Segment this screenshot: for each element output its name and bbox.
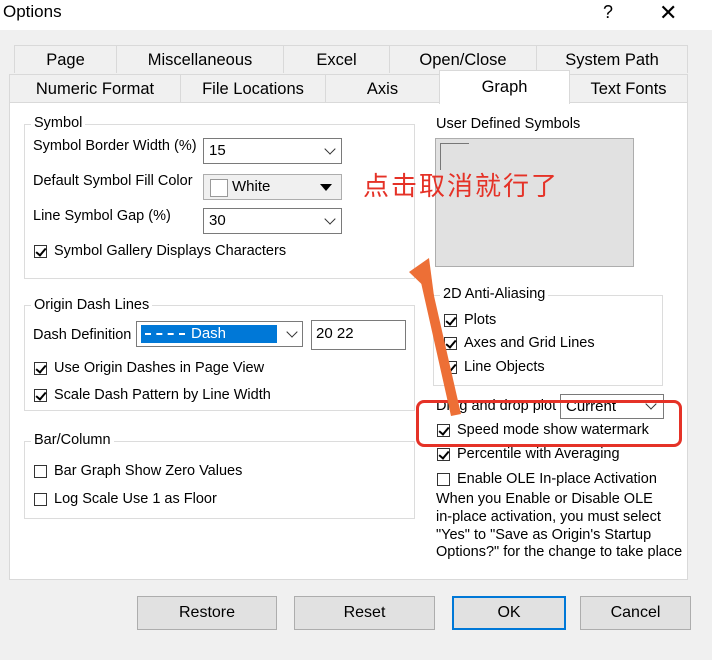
dash-numbers-value: 20 22 <box>316 325 354 342</box>
symbol-gallery-label: Symbol Gallery Displays Characters <box>54 243 287 259</box>
dash-definition-value: Dash <box>191 325 227 342</box>
log-scale-label: Log Scale Use 1 as Floor <box>54 491 217 507</box>
symbol-border-width-combo[interactable]: 15 <box>203 138 342 164</box>
annotation-text: 点击取消就行了 <box>363 172 560 202</box>
dash-group-label: Origin Dash Lines <box>31 297 153 313</box>
percentile-label: Percentile with Averaging <box>457 446 620 462</box>
dash-preview-icon <box>145 333 185 335</box>
line-symbol-gap-combo[interactable]: 30 <box>203 208 342 234</box>
axes-grid-label: Axes and Grid Lines <box>464 335 595 351</box>
scale-dash-label: Scale Dash Pattern by Line Width <box>54 387 271 403</box>
chevron-down-icon <box>286 326 298 338</box>
fill-color-combo[interactable]: White <box>203 174 342 200</box>
tab-page[interactable]: Page <box>14 45 117 73</box>
ole-label: Enable OLE In-place Activation <box>457 471 657 487</box>
restore-button[interactable]: Restore <box>137 596 277 630</box>
dash-definition-combo[interactable]: Dash <box>136 321 303 347</box>
symbol-border-width-value: 15 <box>209 142 226 159</box>
annotation-arrow-icon <box>409 258 461 416</box>
ole-note-line: in-place activation, you must select <box>436 509 661 525</box>
tab-excel[interactable]: Excel <box>283 45 390 73</box>
ole-note-line: "Yes" to "Save as Origin's Startup <box>436 527 652 543</box>
scale-dash-checkbox[interactable] <box>34 389 47 402</box>
tab-text-fonts[interactable]: Text Fonts <box>569 74 688 102</box>
line-symbol-gap-value: 30 <box>209 212 226 229</box>
use-origin-dashes-checkbox[interactable] <box>34 362 47 375</box>
use-origin-dashes-label: Use Origin Dashes in Page View <box>54 360 265 376</box>
line-objects-label: Line Objects <box>464 359 545 375</box>
tab-axis[interactable]: Axis <box>325 74 440 102</box>
default-fill-color-label: Default Symbol Fill Color <box>33 173 193 189</box>
tab-miscellaneous[interactable]: Miscellaneous <box>116 45 284 73</box>
ole-note-line: Options?" for the change to take place <box>436 544 683 560</box>
tab-open-close[interactable]: Open/Close <box>389 45 537 73</box>
tab-numeric-format[interactable]: Numeric Format <box>9 74 181 102</box>
symbol-group-label: Symbol <box>31 115 86 131</box>
bar-column-group <box>24 441 415 519</box>
color-swatch <box>210 179 228 197</box>
tab-file-locations[interactable]: File Locations <box>180 74 326 102</box>
help-button[interactable]: ? <box>603 2 613 23</box>
bar-zero-checkbox[interactable] <box>34 465 47 478</box>
dropdown-arrow-icon <box>320 184 332 191</box>
reset-button[interactable]: Reset <box>294 596 435 630</box>
window-title: Options <box>3 2 62 21</box>
tab-system-path[interactable]: System Path <box>536 45 688 73</box>
tab-graph[interactable]: Graph <box>439 70 570 104</box>
ole-checkbox[interactable] <box>437 473 450 486</box>
symbol-gallery-checkbox[interactable] <box>34 245 47 258</box>
bar-zero-label: Bar Graph Show Zero Values <box>54 463 243 479</box>
symbol-border-width-label: Symbol Border Width (%) <box>33 138 197 154</box>
dash-numbers-field[interactable]: 20 22 <box>311 320 406 350</box>
ok-button[interactable]: OK <box>452 596 566 630</box>
fill-color-value: White <box>232 178 271 195</box>
cancel-button[interactable]: Cancel <box>580 596 691 630</box>
user-symbols-label: User Defined Symbols <box>436 116 581 132</box>
chevron-down-icon <box>324 213 336 225</box>
plots-label: Plots <box>464 312 497 328</box>
ole-note-line: When you Enable or Disable OLE <box>436 491 653 507</box>
bar-column-group-label: Bar/Column <box>31 432 114 448</box>
chevron-down-icon <box>324 143 336 155</box>
log-scale-checkbox[interactable] <box>34 493 47 506</box>
line-symbol-gap-label: Line Symbol Gap (%) <box>33 208 171 224</box>
dash-definition-label: Dash Definition <box>33 327 132 343</box>
close-button[interactable]: ✕ <box>659 0 677 26</box>
percentile-checkbox[interactable] <box>437 448 450 461</box>
